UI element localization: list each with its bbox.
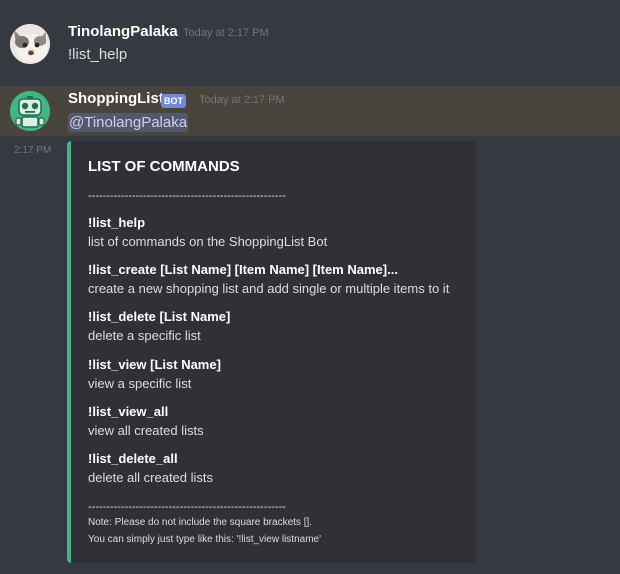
message-content: !list_help [68,46,128,63]
command-description: delete all created lists [88,470,214,485]
side-timestamp: 2:17 PM [14,145,52,156]
cat-avatar-icon[interactable] [10,24,50,64]
command-description: list of commands on the ShoppingList Bot [88,234,328,249]
command-description: create a new shopping list and add singl… [88,281,450,296]
command-description: view all created lists [88,423,204,438]
embed-divider-top: ----------------------------------------… [88,190,286,202]
message-tinolangpalaka: TinolangPalaka Today at 2:17 PM !list_he… [0,0,620,78]
username[interactable]: TinolangPalaka [68,23,178,40]
embed-divider-bottom: ----------------------------------------… [88,501,286,513]
message-timestamp: Today at 2:17 PM [183,27,269,39]
embed-note-example: You can simply just type like this: '!li… [88,534,321,545]
robot-avatar-icon[interactable] [10,91,50,131]
command-name: !list_delete [List Name] [88,309,231,324]
command-name: !list_view_all [88,404,169,419]
embed-title: LIST OF COMMANDS [88,158,240,175]
bot-badge: BOT [161,94,186,108]
command-name: !list_help [88,215,146,230]
command-item: !list_view_all view all created lists [88,404,473,438]
command-name: !list_view [List Name] [88,357,221,372]
embed-note: Note: Please do not include the square b… [88,517,313,528]
command-description: view a specific list [88,376,192,391]
command-description: delete a specific list [88,328,201,343]
command-item: !list_view [List Name] view a specific l… [88,357,473,391]
command-item: !list_create [List Name] [Item Name] [It… [88,262,473,296]
message-shoppinglist-bot: ShoppingList BOT Today at 2:17 PM @Tinol… [0,86,620,136]
command-item: !list_delete_all delete all created list… [88,451,473,485]
bot-username[interactable]: ShoppingList [68,90,164,107]
user-mention[interactable]: @TinolangPalaka [68,113,189,132]
command-name: !list_delete_all [88,451,178,466]
command-item: !list_delete [List Name] delete a specif… [88,309,473,343]
command-name: !list_create [List Name] [Item Name] [It… [88,262,398,277]
message-timestamp: Today at 2:17 PM [199,94,285,106]
commands-embed: LIST OF COMMANDS -----------------------… [67,141,476,563]
command-item: !list_help list of commands on the Shopp… [88,215,473,249]
